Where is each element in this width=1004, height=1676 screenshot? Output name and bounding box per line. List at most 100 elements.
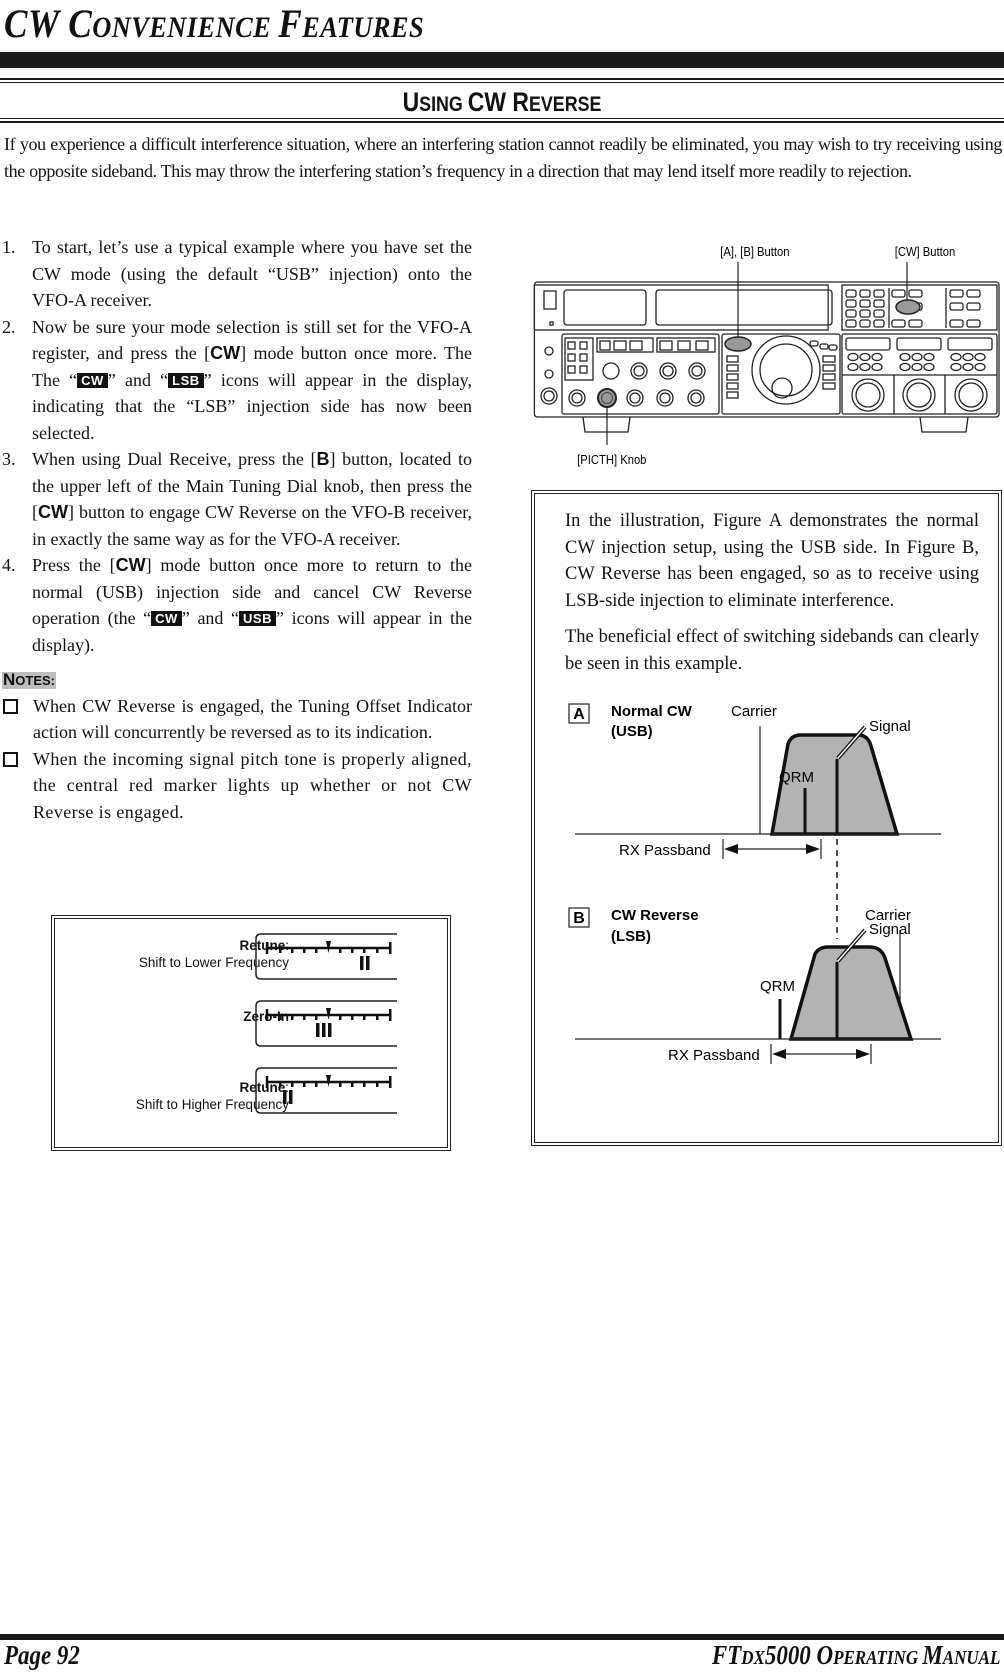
figure-a-carrier-label: Carrier [731,703,777,720]
step-text: Press the [CW] mode button once more to … [32,552,472,658]
step-item: 1. To start, let’s use a typical example… [0,234,472,314]
meter-tick [351,948,354,953]
manual-title: FTDX5000 OPERATING MANUAL [712,1640,1000,1671]
meter-tick [291,1015,294,1020]
section-title-part: R [512,87,529,117]
tuning-indicator-figure: Retune: Shift to Lower Frequency Zero-In… [51,915,451,1151]
step-number: 1. [2,237,16,257]
step-text-part: ] button to engage CW Reverse on the VFO… [32,502,472,549]
usb-display-icon: USB [239,611,276,626]
figure-b-title: CW Reverse [611,907,699,924]
meter-scales [255,933,397,1114]
meter-tick [376,1015,379,1020]
section-title-part: SING [419,93,468,116]
title-part: F [278,1,303,46]
figure-a-mode: (USB) [611,723,653,740]
meter-scale-end [389,1009,392,1021]
meter-tick [315,1082,318,1087]
meter-scale-end [389,942,392,954]
section-rule-bottom-thin [0,118,1004,119]
title-bar [0,52,1004,68]
figure-b-letter: B [573,910,585,927]
figure-a-letter: A [573,706,585,723]
manual-title-part: ANUAL [942,1647,1000,1669]
pitch-knob-label: [PICTH] Knob [577,452,647,467]
meter-tick [339,1015,342,1020]
radio-front-panel-figure: [A], [B] Button [CW] Button [PICTH] Knob [533,244,1000,467]
step-text-part: Press the [ [32,555,116,575]
meter-frame [255,1067,397,1114]
step-text: Now be sure your mode selection is still… [32,314,472,447]
step-text-part: ” and “ [181,608,240,628]
offset-bar [289,1090,293,1104]
note-text: When CW Reverse is engaged, the Tuning O… [33,695,472,743]
meter-tick [303,1082,306,1087]
notes-heading: NOTES: [2,671,57,689]
step-text-part: To start, let’s use a typical example wh… [32,237,472,310]
section-title-part: CW [467,87,513,117]
note-item: When the incoming signal pitch tone is p… [0,746,472,826]
figure-b-passband-shape [788,945,914,1041]
meter-tick [351,1082,354,1087]
ab-button-label: [A], [B] Button [720,244,789,259]
title-part: C [68,1,93,46]
meter-tick [351,1015,354,1020]
sideband-diagram: A Normal CW (USB) Carrier QRM Signal RX … [568,703,941,1064]
manual-title-part: M [921,1640,943,1670]
meter-tick [363,948,366,953]
intro-paragraph: If you experience a difficult interferen… [4,134,1002,181]
step-text-part: When using Dual Receive, press the [ [32,449,317,469]
cw-key-label: CW [115,555,146,575]
cw-display-icon: CW [77,372,108,388]
step-text: To start, let’s use a typical example wh… [32,234,472,314]
radio-body [533,281,1000,433]
b-key-label: B [316,449,330,469]
cw-key-label: CW [210,343,241,363]
checkbox-bullet-icon [0,693,33,746]
manual-title-part: FT [711,1640,741,1670]
meter-tick [315,1015,318,1020]
figure-b-qrm-label: QRM [760,978,795,995]
cw-button-label: [CW] Button [895,244,956,259]
figure-b-rx-passband-label: RX Passband [668,1047,760,1064]
title-part: CW [4,1,69,46]
meter-tick [339,948,342,953]
figure-b: B CW Reverse (LSB) Carrier Signal QRM RX… [568,907,941,1064]
cw-key-label: CW [38,502,68,522]
meter-frame [255,1000,397,1047]
figure-b-mode: (LSB) [611,928,651,945]
offset-bar [322,1023,326,1037]
meter-tick [279,948,282,953]
chapter-title: CW CONVENIENCE FEATURES [4,2,424,50]
notes-heading-part: OTES: [15,673,56,688]
ab-button-highlight [724,336,752,352]
offset-bar [360,956,364,970]
figure-a-qrm-label: QRM [779,769,814,786]
meter-tick [339,1082,342,1087]
meter-tick [303,1015,306,1020]
section-rule-bottom [0,121,1004,123]
meter-tick [376,1082,379,1087]
section-title: USING CW REVERSE [75,86,928,121]
manual-title-part: PERATING [832,1647,922,1669]
meter-tick [363,1015,366,1020]
step-text-part: ” and “ [107,369,169,390]
notes-section: NOTES: When CW Reverse is engaged, the T… [0,666,472,825]
title-part: ONVENIENCE [92,11,279,44]
steps-list: 1. To start, let’s use a typical example… [0,234,472,825]
meter-tick [279,1015,282,1020]
note-text: When the incoming signal pitch tone is p… [33,748,472,822]
step-text: When using Dual Receive, press the [B ] b… [32,446,472,552]
figure-a-rx-passband-label: RX Passband [619,842,711,859]
cw-reverse-illustration-box: In the illustration, Figure A demonstrat… [531,490,1002,1146]
section-rule-top [0,78,1004,80]
step-number: 4. [2,555,16,575]
figure-a-signal-label: Signal [869,718,911,735]
meter-tick [291,948,294,953]
step-item: 3. When using Dual Receive, press the [B… [0,446,472,552]
manual-title-part: 5000 O [764,1640,833,1670]
meter-tick [315,948,318,953]
offset-bar [366,956,370,970]
meter-tick [363,1082,366,1087]
figure-a: A Normal CW (USB) Carrier QRM Signal RX … [568,703,941,859]
